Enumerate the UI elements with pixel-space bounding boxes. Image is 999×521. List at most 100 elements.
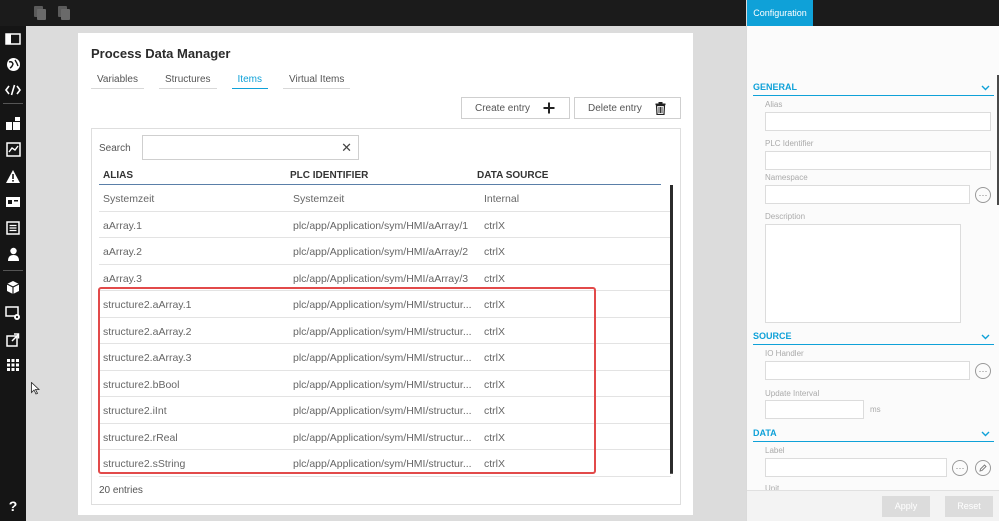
entries-count: 20 entries <box>99 485 143 496</box>
package-icon[interactable] <box>5 279 21 295</box>
cell-alias: structure2.aArray.3 <box>103 352 192 364</box>
description-field[interactable] <box>765 224 961 323</box>
help-icon[interactable]: ? <box>5 498 21 514</box>
table-row[interactable]: aArray.1 plc/app/Application/sym/HMI/aAr… <box>99 212 671 238</box>
monitor-chart-icon[interactable] <box>5 141 21 157</box>
tab-variables[interactable]: Variables <box>91 73 144 89</box>
tab-items[interactable]: Items <box>231 73 268 89</box>
warning-icon[interactable] <box>5 168 21 184</box>
label-more-button[interactable]: ··· <box>952 460 968 476</box>
section-data[interactable]: DATA <box>753 428 994 442</box>
cell-alias: structure2.bBool <box>103 378 180 391</box>
tab-structures[interactable]: Structures <box>158 73 217 89</box>
cell-plc-identifier: plc/app/Application/sym/HMI/structur... <box>293 299 472 311</box>
table-row[interactable]: aArray.2 plc/app/Application/sym/HMI/aAr… <box>99 238 671 265</box>
items-table-container: Search ✕ ALIAS PLC IDENTIFIER DATA SOURC… <box>91 128 681 505</box>
update-interval-field[interactable] <box>765 400 864 419</box>
plc-identifier-label: PLC Identifier <box>765 139 814 148</box>
section-general[interactable]: GENERAL <box>753 82 994 96</box>
cell-data-source: ctrlX <box>484 299 505 311</box>
section-general-title: GENERAL <box>753 82 798 92</box>
io-handler-field[interactable] <box>765 361 970 380</box>
export-icon[interactable] <box>5 331 21 347</box>
user-icon[interactable] <box>5 246 21 262</box>
configuration-panel: Configuration GENERAL Alias PLC Identifi… <box>746 0 999 521</box>
description-label: Description <box>765 212 806 221</box>
apply-button[interactable]: Apply <box>882 496 930 517</box>
tab-configuration[interactable]: Configuration <box>747 0 813 26</box>
reset-button[interactable]: Reset <box>945 496 993 517</box>
top-toolbar <box>0 0 746 26</box>
table-row[interactable]: structure2.aArray.3 plc/app/Application/… <box>99 344 671 371</box>
cell-data-source: ctrlX <box>484 378 505 391</box>
configuration-header: Configuration <box>747 0 999 26</box>
namespace-more-button[interactable]: ··· <box>975 187 991 203</box>
list-icon[interactable] <box>5 220 21 236</box>
chevron-down-icon <box>981 83 990 93</box>
page-title: Process Data Manager <box>91 46 231 61</box>
cell-alias: structure2.iInt <box>103 405 167 417</box>
table-row[interactable]: structure2.rReal plc/app/Application/sym… <box>99 424 671 450</box>
io-handler-more-button[interactable]: ··· <box>975 363 991 379</box>
table-row[interactable]: aArray.3 plc/app/Application/sym/HMI/aAr… <box>99 265 671 291</box>
card-icon[interactable] <box>5 194 21 210</box>
namespace-field[interactable] <box>765 185 970 204</box>
chevron-down-icon <box>981 332 990 342</box>
cell-alias: aArray.2 <box>103 246 142 258</box>
delete-entry-label: Delete entry <box>588 103 642 114</box>
clear-search-icon[interactable]: ✕ <box>341 141 352 154</box>
cell-data-source: ctrlX <box>484 272 505 285</box>
table-row[interactable]: structure2.sString plc/app/Application/s… <box>99 450 671 477</box>
table-scrollbar[interactable] <box>670 185 673 473</box>
cell-data-source: ctrlX <box>484 246 505 258</box>
cell-data-source: ctrlX <box>484 405 505 417</box>
dashboard-icon[interactable] <box>5 31 21 47</box>
cell-alias: structure2.aArray.1 <box>103 299 192 311</box>
cell-alias: aArray.1 <box>103 219 142 232</box>
cell-plc-identifier: plc/app/Application/sym/HMI/structur... <box>293 431 472 444</box>
update-interval-unit: ms <box>870 405 881 414</box>
table-row[interactable]: Systemzeit Systemzeit Internal <box>99 185 671 212</box>
section-source[interactable]: SOURCE <box>753 331 994 345</box>
table-row[interactable]: structure2.iInt plc/app/Application/sym/… <box>99 397 671 424</box>
edit-pencil-icon[interactable] <box>975 460 991 476</box>
cell-alias: aArray.3 <box>103 272 142 285</box>
trash-icon <box>655 102 666 118</box>
search-input[interactable]: ✕ <box>142 135 359 160</box>
create-entry-label: Create entry <box>475 103 531 114</box>
namespace-label: Namespace <box>765 173 808 182</box>
tab-bar: Variables Structures Items Virtual Items <box>91 73 365 91</box>
label-field[interactable] <box>765 458 947 477</box>
alias-field[interactable] <box>765 112 991 131</box>
column-header-data-source[interactable]: DATA SOURCE <box>477 170 548 181</box>
globe-icon[interactable] <box>5 56 21 72</box>
cell-plc-identifier: plc/app/Application/sym/HMI/structur... <box>293 378 472 391</box>
paste-icon[interactable] <box>58 6 70 20</box>
configuration-footer: Apply Reset <box>747 490 999 521</box>
cell-data-source: ctrlX <box>484 458 505 470</box>
copy-icon[interactable] <box>34 6 46 20</box>
cell-plc-identifier: plc/app/Application/sym/HMI/aArray/1 <box>293 219 469 232</box>
code-icon[interactable] <box>5 82 21 98</box>
create-entry-button[interactable]: Create entry <box>461 97 570 119</box>
plc-identifier-field[interactable] <box>765 151 991 170</box>
cell-plc-identifier: plc/app/Application/sym/HMI/structur... <box>293 405 472 417</box>
cell-alias: Systemzeit <box>103 193 155 205</box>
cell-plc-identifier: plc/app/Application/sym/HMI/aArray/3 <box>293 272 469 285</box>
column-header-plc-identifier[interactable]: PLC IDENTIFIER <box>290 170 368 181</box>
column-header-alias[interactable]: ALIAS <box>103 170 133 181</box>
delete-entry-button[interactable]: Delete entry <box>574 97 681 119</box>
table-row[interactable]: structure2.aArray.2 plc/app/Application/… <box>99 318 671 344</box>
process-data-manager-panel: Process Data Manager Variables Structure… <box>78 33 693 515</box>
cell-data-source: ctrlX <box>484 219 505 232</box>
tab-virtual-items[interactable]: Virtual Items <box>282 73 351 89</box>
table-row[interactable]: structure2.bBool plc/app/Application/sym… <box>99 371 671 397</box>
sidebar-separator <box>3 103 23 104</box>
label-label: Label <box>765 446 785 455</box>
structure-icon[interactable] <box>5 115 21 131</box>
cell-data-source: Internal <box>484 193 520 205</box>
cell-alias: structure2.rReal <box>103 431 178 444</box>
screen-settings-icon[interactable] <box>5 305 21 321</box>
grid-icon[interactable] <box>5 357 21 373</box>
table-row[interactable]: structure2.aArray.1 plc/app/Application/… <box>99 291 671 318</box>
